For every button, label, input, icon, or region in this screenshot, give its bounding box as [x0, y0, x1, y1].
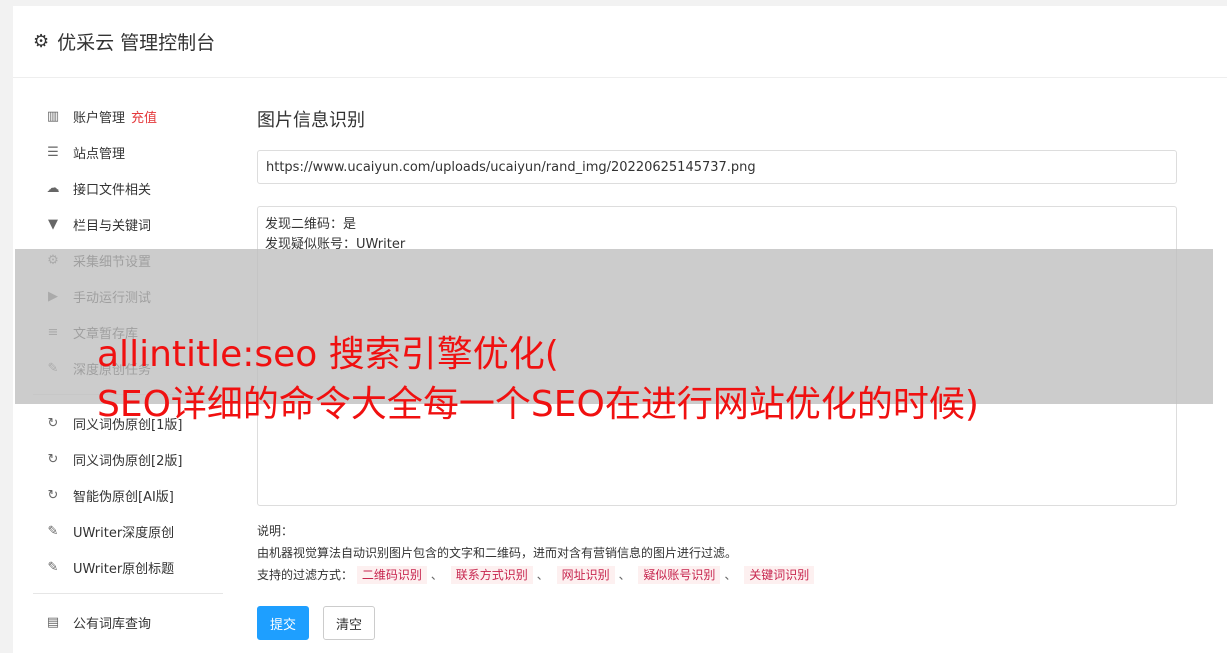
refresh-icon: ↻ — [47, 415, 59, 431]
sidebar-item[interactable]: ▼ 栏目与关键词 — [33, 206, 223, 242]
recharge-link[interactable]: 充值 — [131, 107, 157, 126]
sidebar-item-label: 栏目与关键词 — [73, 218, 152, 234]
sidebar-item[interactable]: ↻ 智能伪原创[AI版] — [33, 477, 223, 513]
image-url-input[interactable] — [257, 150, 1177, 184]
tag-separator: 、 — [724, 568, 737, 582]
clear-button[interactable]: 清空 — [323, 606, 376, 640]
sidebar-item[interactable]: ☁ 接口文件相关 — [33, 170, 223, 206]
bar-chart-icon: ▥ — [46, 108, 60, 124]
sidebar-item[interactable]: ✎ UWriter深度原创 — [33, 513, 223, 549]
cloud-upload-icon: ☁ — [46, 180, 60, 196]
result-line: 发现二维码：是 — [265, 217, 357, 232]
notes-label: 说明： — [257, 524, 294, 538]
sidebar-item-label: UWriter原创标题 — [73, 561, 175, 577]
gear-icon: ⚙ — [33, 30, 50, 52]
overlay-line: allintitle:seo 搜索引擎优化( — [97, 334, 559, 375]
sidebar-item-label: UWriter深度原创 — [73, 525, 175, 541]
tag-separator: 、 — [536, 568, 549, 582]
refresh-icon: ↻ — [47, 487, 59, 503]
book-icon: ▤ — [46, 614, 60, 630]
sidebar-item-label: 账户管理 — [73, 110, 126, 126]
filter-tag: 关键词识别 — [744, 566, 815, 584]
notes-text: 由机器视觉算法自动识别图片包含的文字和二维码，进而对含有营销信息的图片进行过滤。 — [257, 546, 738, 560]
sidebar-item[interactable]: ☰ 站点管理 — [33, 134, 223, 170]
refresh-icon: ↻ — [47, 451, 59, 467]
filter-icon: ▼ — [48, 216, 58, 232]
tag-separator: 、 — [618, 568, 631, 582]
header: ⚙ 优采云 管理控制台 — [13, 6, 1227, 78]
submit-button[interactable]: 提交 — [257, 606, 310, 640]
sidebar-item[interactable]: ▤ 公有词库查询 — [33, 604, 223, 640]
notes: 说明： 由机器视觉算法自动识别图片包含的文字和二维码，进而对含有营销信息的图片进… — [257, 520, 1177, 586]
overlay-line: SEO详细的命令大全每一个SEO在进行网站优化的时候) — [97, 384, 979, 425]
section-title: 图片信息识别 — [257, 110, 365, 131]
tag-separator: 、 — [430, 568, 443, 582]
filter-tag: 二维码识别 — [356, 566, 427, 584]
sidebar-item-label: 同义词伪原创[2版] — [73, 453, 183, 469]
filter-tag: 联系方式识别 — [450, 566, 533, 584]
filter-label: 支持的过滤方式： — [257, 568, 354, 582]
server-icon: ☰ — [47, 144, 59, 160]
filter-tag: 疑似账号识别 — [638, 566, 721, 584]
sidebar-item[interactable]: ▥ 账户管理 充值 — [33, 98, 223, 134]
sidebar-item[interactable]: ↻ 同义词伪原创[2版] — [33, 441, 223, 477]
edit-icon: ✎ — [47, 559, 59, 575]
edit-icon: ✎ — [47, 523, 59, 539]
sidebar-item-label: 接口文件相关 — [73, 182, 152, 198]
sidebar-item-label: 公有词库查询 — [73, 616, 152, 632]
sidebar-item-label: 智能伪原创[AI版] — [73, 489, 174, 505]
sidebar-item[interactable]: ✎ UWriter原创标题 — [33, 549, 223, 585]
overlay-headline: allintitle:seo 搜索引擎优化( SEO详细的命令大全每一个SEO在… — [97, 330, 979, 430]
nav-divider — [33, 593, 223, 594]
page-title: 优采云 管理控制台 — [57, 32, 216, 54]
filter-tag: 网址识别 — [556, 566, 615, 584]
action-buttons: 提交 清空 — [257, 606, 1177, 640]
filter-methods: 支持的过滤方式： 二维码识别、 联系方式识别、 网址识别、 疑似账号识别、 关键… — [257, 564, 1177, 586]
sidebar-item-label: 站点管理 — [73, 146, 126, 162]
